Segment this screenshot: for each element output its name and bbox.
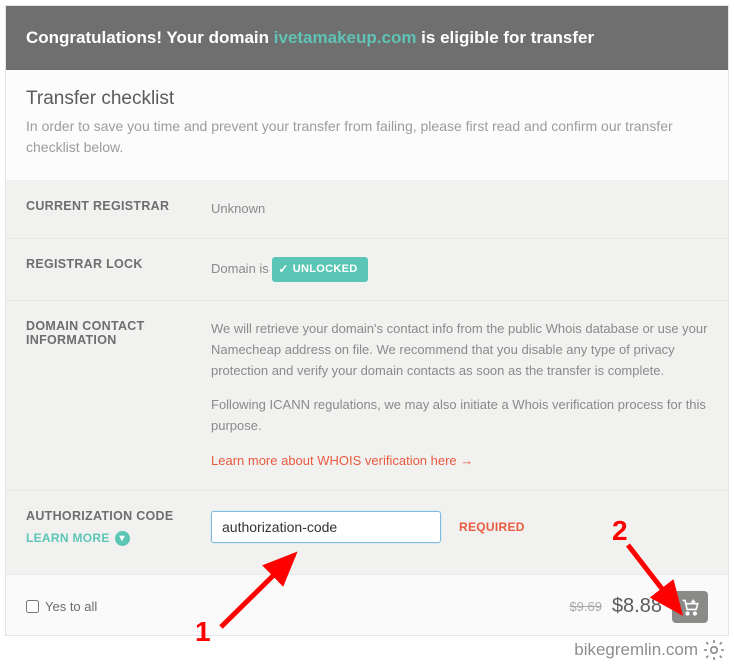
banner-domain: ivetamakeup.com	[274, 28, 417, 47]
yes-to-all-checkbox[interactable]	[26, 600, 39, 613]
badge-text: UNLOCKED	[293, 261, 358, 279]
banner-suffix: is eligible for transfer	[416, 28, 594, 47]
learn-more-button[interactable]: LEARN MORE ▾	[26, 531, 130, 546]
auth-label: AUTHORIZATION CODE	[26, 509, 211, 523]
contact-p1: We will retrieve your domain's contact i…	[211, 319, 708, 381]
lock-label: REGISTRAR LOCK	[26, 257, 211, 282]
learn-more-text: LEARN MORE	[26, 531, 110, 545]
price-block: $9.69 $8.88	[569, 591, 708, 623]
auth-label-col: AUTHORIZATION CODE LEARN MORE ▾	[26, 509, 211, 546]
chevron-down-icon: ▾	[115, 531, 130, 546]
lock-prefix: Domain is	[211, 261, 272, 276]
banner-prefix: Congratulations! Your domain	[26, 28, 274, 47]
intro-desc: In order to save you time and prevent yo…	[26, 116, 708, 158]
eligibility-banner: Congratulations! Your domain ivetamakeup…	[6, 6, 728, 70]
unlocked-badge: ✓ UNLOCKED	[272, 257, 367, 282]
annotation-number-1: 1	[195, 616, 211, 648]
watermark-text: bikegremlin.com	[574, 640, 698, 660]
registrar-label: CURRENT REGISTRAR	[26, 199, 211, 220]
intro-heading: Transfer checklist	[26, 88, 708, 110]
contact-p2: Following ICANN regulations, we may also…	[211, 395, 708, 437]
watermark: bikegremlin.com	[574, 638, 726, 662]
old-price: $9.69	[569, 599, 602, 614]
add-to-cart-button[interactable]	[672, 591, 708, 623]
row-registrar-lock: REGISTRAR LOCK Domain is ✓ UNLOCKED	[6, 239, 728, 301]
yes-to-all-option[interactable]: Yes to all	[26, 599, 97, 614]
intro-section: Transfer checklist In order to save you …	[6, 70, 728, 181]
required-label: REQUIRED	[459, 518, 525, 537]
gear-icon	[702, 638, 726, 662]
contact-value: We will retrieve your domain's contact i…	[211, 319, 708, 472]
check-icon: ✓	[278, 260, 288, 279]
lock-value: Domain is ✓ UNLOCKED	[211, 257, 708, 282]
authorization-code-input[interactable]	[211, 511, 441, 543]
row-contact-info: DOMAIN CONTACT INFORMATION We will retri…	[6, 301, 728, 491]
new-price: $8.88	[612, 595, 662, 618]
auth-value-col: REQUIRED	[211, 509, 708, 546]
row-current-registrar: CURRENT REGISTRAR Unknown	[6, 181, 728, 239]
registrar-value: Unknown	[211, 199, 708, 220]
contact-label: DOMAIN CONTACT INFORMATION	[26, 319, 211, 472]
whois-learn-more-link[interactable]: Learn more about WHOIS verification here…	[211, 453, 473, 468]
footer-bar: Yes to all $9.69 $8.88	[6, 575, 728, 635]
cart-plus-icon	[680, 598, 700, 616]
annotation-number-2: 2	[612, 515, 628, 547]
yes-to-all-label: Yes to all	[45, 599, 97, 614]
